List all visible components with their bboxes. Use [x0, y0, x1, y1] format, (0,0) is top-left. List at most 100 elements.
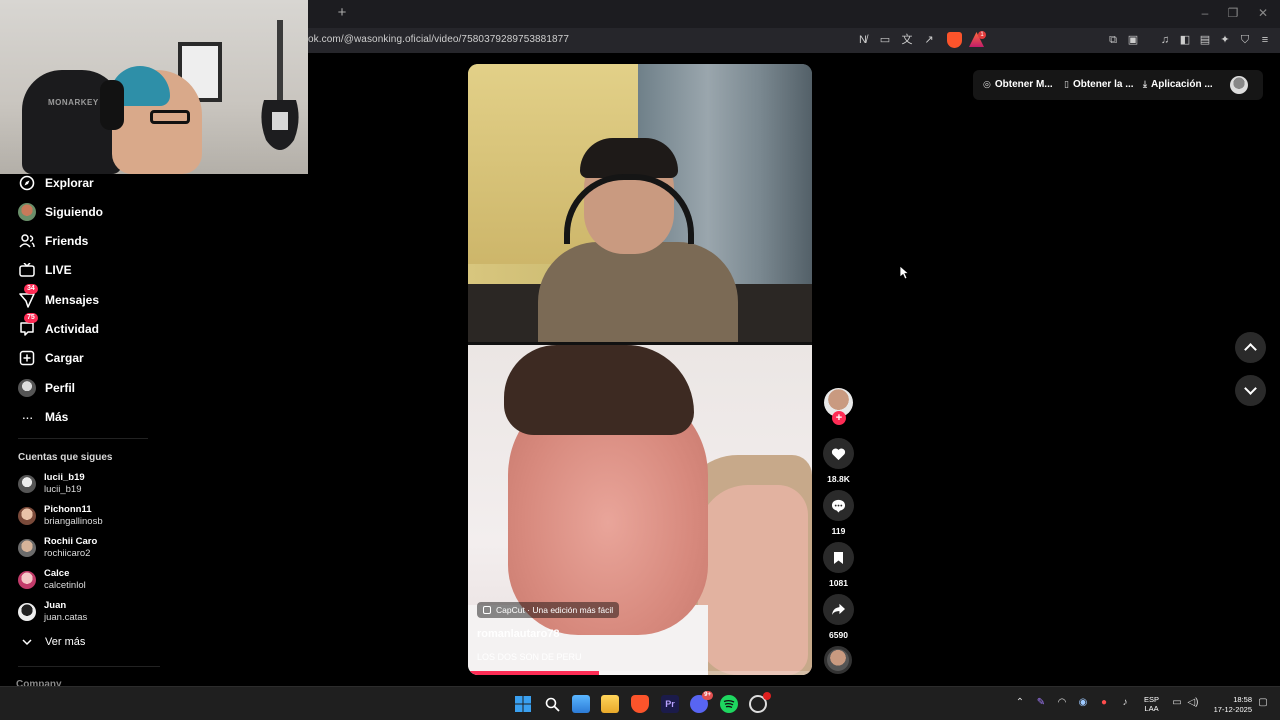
sidebar-item-label: Mensajes	[45, 293, 100, 307]
photos-app-icon[interactable]	[572, 695, 590, 713]
notifications-icon[interactable]: ▢	[1256, 697, 1270, 708]
share-page-icon[interactable]: ↗	[922, 33, 936, 47]
cast-icon[interactable]: ▭	[878, 33, 892, 47]
save-button[interactable]	[823, 542, 854, 573]
sidebar-item-label: Más	[45, 410, 69, 424]
tray-vpn-icon[interactable]: ●	[1097, 697, 1111, 708]
no-tracking-icon[interactable]: N̸	[856, 33, 870, 47]
volume-icon[interactable]: ◁)	[1186, 697, 1200, 708]
sidebar-item-label: Cargar	[45, 351, 84, 365]
like-count: 18.8K	[827, 474, 850, 484]
windows-start-icon[interactable]	[514, 695, 532, 713]
keyboard-language[interactable]: ESP LAA	[1144, 695, 1159, 713]
sidebar-item-perfil[interactable]: Perfil	[18, 376, 75, 400]
wallet-icon[interactable]: ▤	[1198, 33, 1212, 47]
account-username: calcetinlol	[44, 580, 86, 591]
profile-icon	[18, 379, 36, 397]
sidebar-item-live[interactable]: LIVE	[18, 258, 72, 282]
sidebar-item-siguiendo[interactable]: Siguiendo	[18, 200, 103, 224]
system-clock[interactable]: 18:58 17-12-2025	[1208, 695, 1252, 715]
followed-account[interactable]: Juan juan.catas	[18, 599, 87, 625]
comment-button[interactable]	[823, 490, 854, 521]
sidebar-item-label: Siguiendo	[45, 205, 103, 219]
get-app-button[interactable]: ▯ Obtener la ...	[1064, 79, 1134, 90]
get-m-label: Obtener M...	[994, 79, 1053, 90]
followed-account[interactable]: Rochii Caro rochiicaro2	[18, 535, 97, 561]
video-player[interactable]: CapCut · Una edición más fácil romanlaut…	[468, 64, 812, 675]
capcut-icon	[483, 606, 491, 614]
get-m-button[interactable]: ◎ Obtener M...	[983, 79, 1053, 90]
glasses-image	[150, 110, 190, 124]
share-button[interactable]	[823, 594, 854, 625]
followed-account[interactable]: Pichonn11 briangallinosb	[18, 503, 103, 529]
translate-icon[interactable]: 文	[900, 33, 914, 47]
obs-icon[interactable]	[749, 692, 771, 713]
maximize-button[interactable]: ❐	[1226, 6, 1240, 20]
compass-icon	[18, 174, 36, 192]
previous-video-button[interactable]	[1235, 332, 1266, 363]
upload-icon	[18, 349, 36, 367]
sidebar-item-explorar[interactable]: Explorar	[18, 171, 94, 195]
close-window-button[interactable]: ✕	[1256, 6, 1270, 20]
desktop-app-label: Aplicación ...	[1150, 79, 1213, 90]
tray-headset-icon[interactable]: ◠	[1055, 697, 1069, 708]
music-icon[interactable]: ♫	[1158, 33, 1172, 47]
tray-feather-icon[interactable]: ✎	[1034, 697, 1048, 708]
user-avatar[interactable]	[1230, 76, 1248, 94]
menu-icon[interactable]: ≡	[1258, 33, 1272, 47]
leo-ai-icon[interactable]: ✦	[1218, 33, 1232, 47]
avatar	[18, 603, 36, 621]
new-tab-button[interactable]: +	[334, 5, 350, 21]
sidebar-divider	[18, 438, 148, 439]
windows-taskbar: Pr 9+ ⌃ ✎ ◠ ◉ ● ♪ ESP LAA ▭ ◁) 18:58 17-12…	[0, 686, 1280, 720]
reader-icon[interactable]: ▣	[1126, 33, 1140, 47]
followed-account[interactable]: lucii_b19 lucii_b19	[18, 471, 85, 497]
account-username: rochiicaro2	[44, 548, 91, 559]
music-disc[interactable]	[824, 646, 852, 674]
sidebar-item-cargar[interactable]: Cargar	[18, 346, 84, 370]
minimize-button[interactable]: –	[1198, 6, 1212, 20]
url-text[interactable]: ok.com/@wasonking.oficial/video/75803792…	[308, 34, 569, 45]
desktop-app-button[interactable]: ⤓ Aplicación ...	[1143, 79, 1213, 90]
tray-overflow-icon[interactable]: ⌃	[1013, 697, 1027, 708]
premiere-pro-icon[interactable]: Pr	[661, 695, 679, 713]
vpn-shield-icon[interactable]: ⛉	[1238, 33, 1252, 47]
tray-steam-icon[interactable]: ◉	[1076, 697, 1090, 708]
brave-shields-icon[interactable]	[947, 32, 962, 48]
see-more-label: Ver más	[45, 636, 86, 648]
brave-browser-icon[interactable]	[631, 695, 649, 713]
avatar	[18, 507, 36, 525]
avatar-icon	[18, 203, 36, 221]
account-name: Rochii Caro	[44, 536, 98, 547]
share-icon	[832, 603, 845, 616]
phone-icon: ▯	[1064, 79, 1069, 89]
following-section-title: Cuentas que sigues	[18, 452, 113, 463]
see-more-button[interactable]: Ver más	[18, 630, 85, 654]
discord-icon[interactable]: 9+	[690, 691, 713, 713]
next-video-button[interactable]	[1235, 375, 1266, 406]
activity-icon: 75	[18, 313, 38, 338]
sidebar-item-actividad[interactable]: 75 Actividad	[18, 313, 99, 341]
spotify-icon[interactable]	[720, 695, 738, 713]
comment-count: 119	[831, 526, 846, 536]
video-author[interactable]: romanlautaro78	[477, 628, 560, 640]
follow-button[interactable]: +	[832, 411, 846, 425]
video-progress-bar[interactable]	[468, 671, 812, 675]
tray-mic-icon[interactable]: ♪	[1118, 697, 1132, 708]
followed-account[interactable]: Calce calcetinlol	[18, 567, 86, 593]
like-button[interactable]	[823, 438, 854, 469]
avatar	[18, 539, 36, 557]
sidebar-item-friends[interactable]: Friends	[18, 229, 88, 253]
sidebar-item-mensajes[interactable]: 34 Mensajes	[18, 284, 100, 312]
capcut-tag[interactable]: CapCut · Una edición más fácil	[477, 602, 620, 618]
friends-icon	[18, 232, 36, 250]
sidebar-item-mas[interactable]: ··· Más	[18, 405, 69, 429]
coin-icon: ◎	[983, 79, 991, 89]
share-count: 6590	[829, 630, 848, 640]
file-explorer-icon[interactable]	[601, 695, 619, 713]
network-icon[interactable]: ▭	[1170, 697, 1184, 708]
sidebar-toggle-icon[interactable]: ◧	[1178, 33, 1192, 47]
top-actions-bar: ◎ Obtener M... ▯ Obtener la ... ⤓ Aplicació…	[973, 70, 1263, 100]
search-icon[interactable]	[543, 695, 561, 713]
extensions-icon[interactable]: ⧉	[1106, 33, 1120, 47]
